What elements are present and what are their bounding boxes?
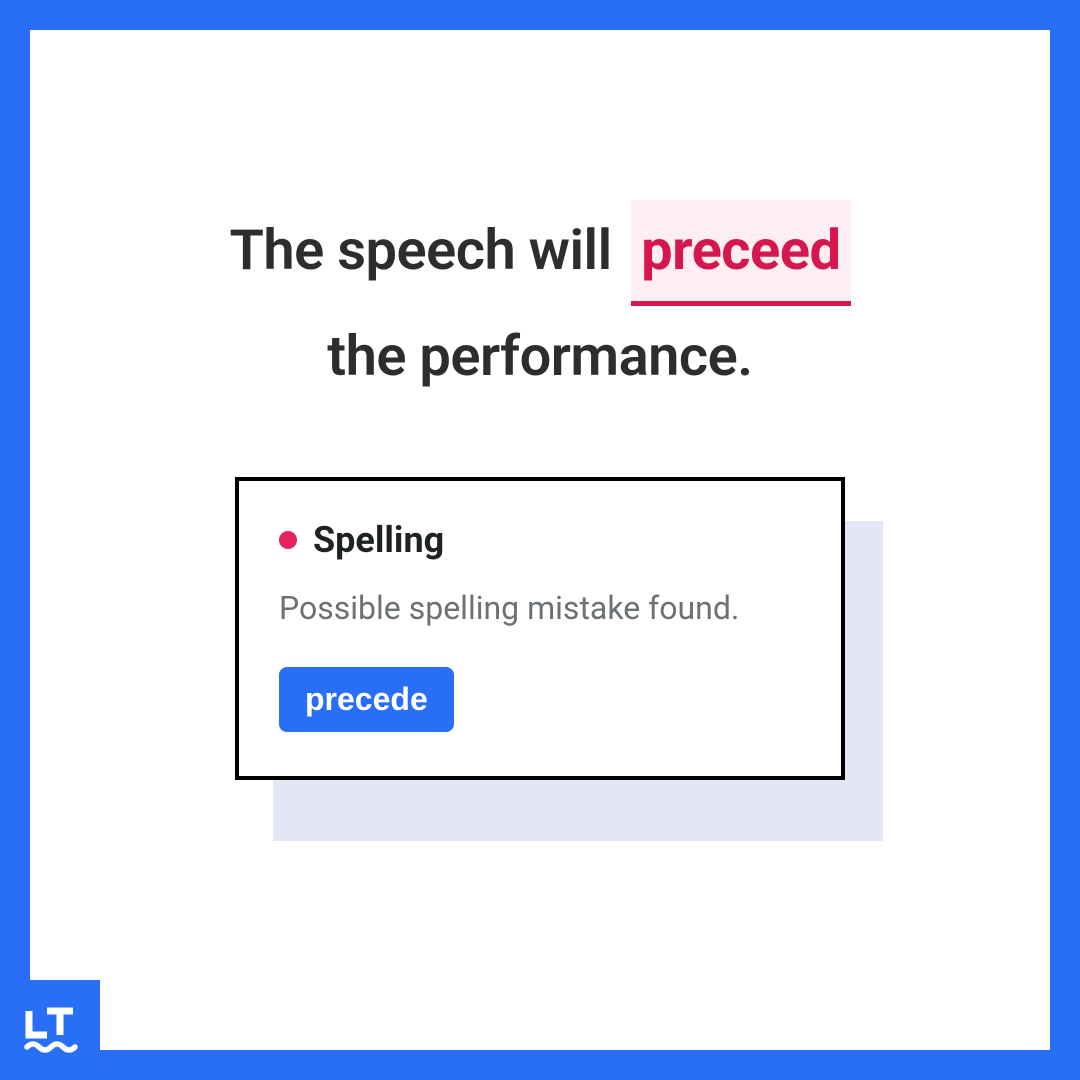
sentence-line-1: The speech will preceed: [30, 200, 1050, 306]
lt-logo-icon: [21, 1001, 79, 1059]
card-header: Spelling: [279, 519, 801, 561]
error-dot-icon: [279, 531, 297, 549]
sentence-part-1: The speech will: [230, 217, 612, 283]
card-description: Possible spelling mistake found.: [279, 589, 801, 627]
suggestion-card: Spelling Possible spelling mistake found…: [235, 477, 845, 780]
card-category: Spelling: [313, 519, 444, 561]
example-sentence: The speech will preceed the performance.: [30, 200, 1050, 407]
brand-logo: [0, 980, 100, 1080]
misspelled-word[interactable]: preceed: [631, 200, 850, 306]
suggestion-button[interactable]: precede: [279, 667, 454, 732]
suggestion-card-wrapper: Spelling Possible spelling mistake found…: [235, 477, 845, 780]
content-frame: The speech will preceed the performance.…: [30, 30, 1050, 1050]
sentence-part-2: the performance.: [30, 306, 1050, 407]
